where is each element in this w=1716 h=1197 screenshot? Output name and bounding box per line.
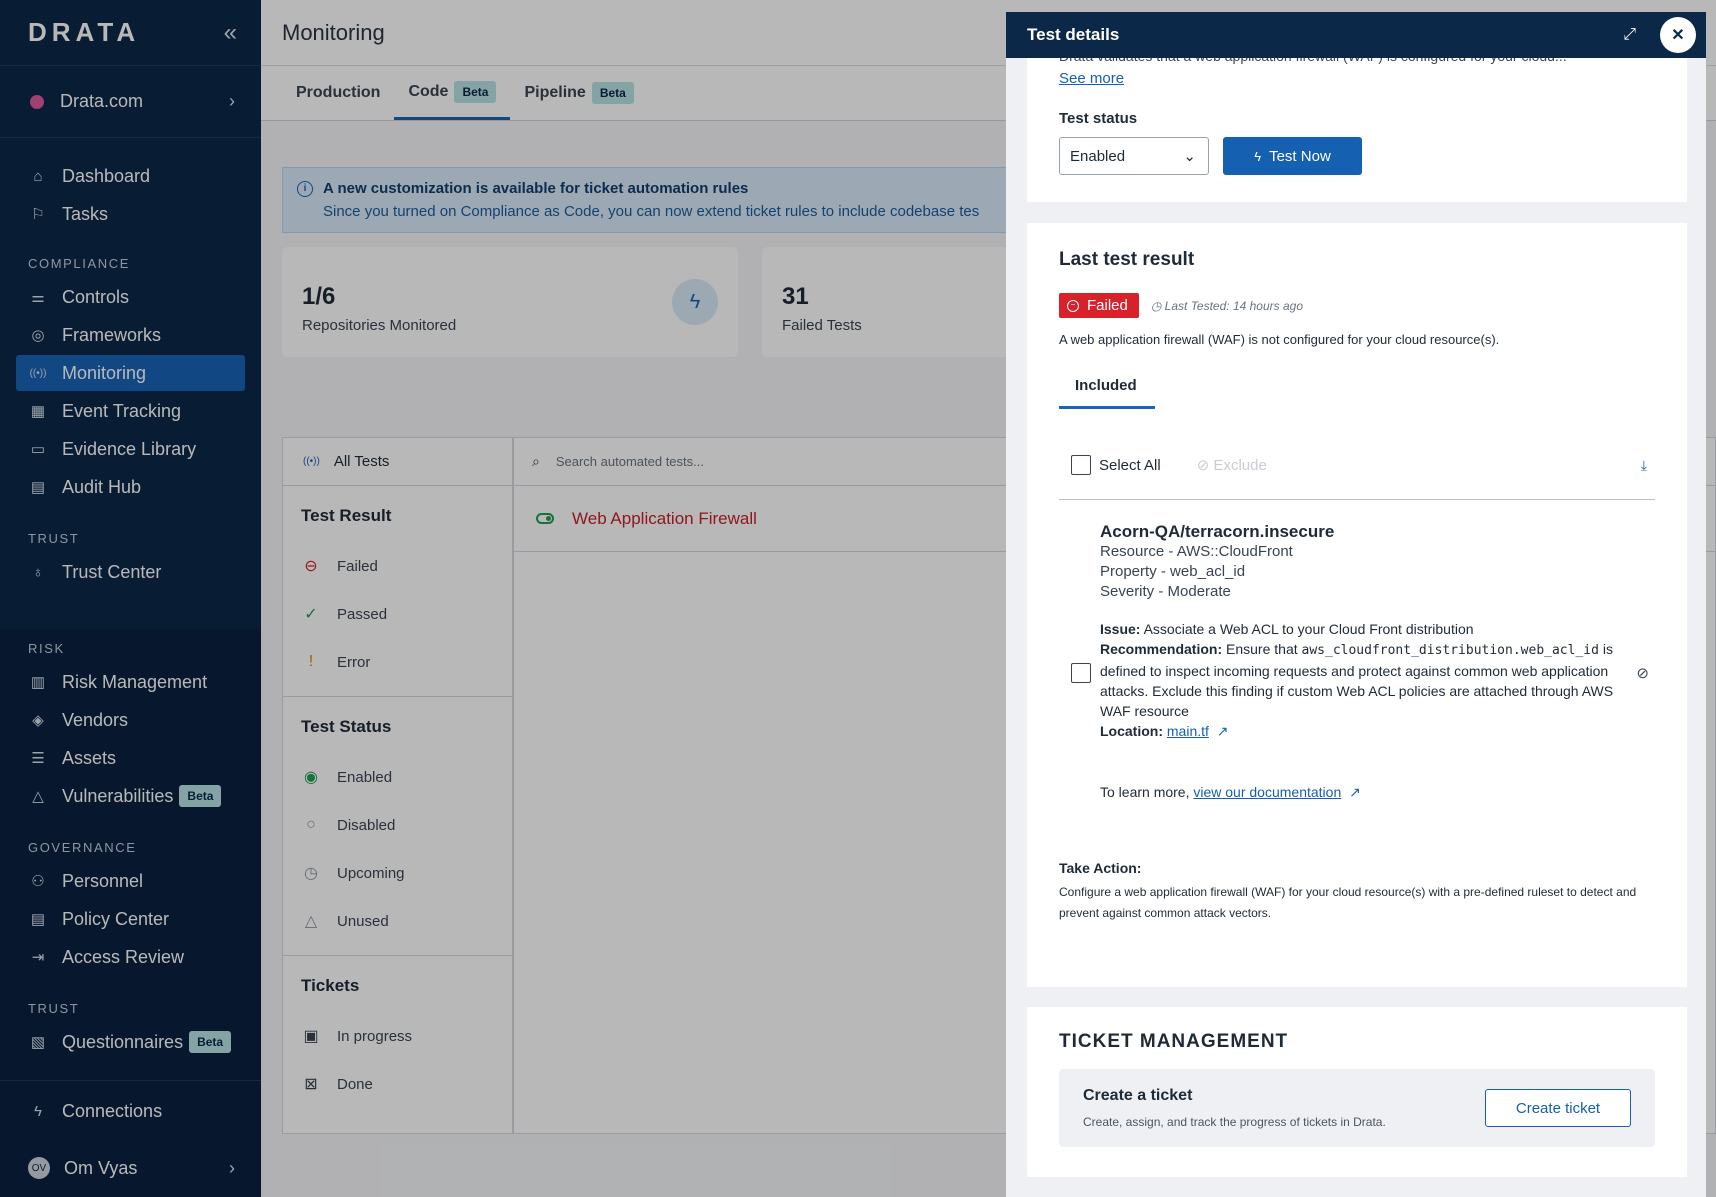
test-summary-card: Drata validates that a web application f… — [1027, 46, 1687, 202]
test-status-row: Enabled ⌄ ϟ Test Now — [1059, 137, 1655, 175]
ticket-management-title: TICKET MANAGEMENT — [1059, 1031, 1289, 1052]
select-all-label[interactable]: Select All — [1099, 457, 1161, 474]
last-test-result-card: Last test result − Failed ◷ Last Tested:… — [1027, 223, 1687, 987]
test-details-drawer: Test details ⤢ ✕ Drata validates that a … — [1006, 12, 1706, 1197]
test-status-label: Test status — [1059, 110, 1138, 127]
finding-details: Issue: Associate a Web ACL to your Cloud… — [1100, 619, 1655, 741]
drawer-header: Test details ⤢ ✕ — [1006, 12, 1706, 58]
finding-severity: Severity - Moderate — [1100, 583, 1231, 600]
tab-included[interactable]: Included — [1059, 377, 1155, 409]
divider — [1059, 499, 1655, 500]
close-button[interactable]: ✕ — [1660, 17, 1696, 53]
finding-property: Property - web_acl_id — [1100, 563, 1246, 580]
bulk-actions-row: Select All ⊘ Exclude ⤓ — [1059, 447, 1655, 483]
button-label: Test Now — [1269, 147, 1331, 165]
ban-icon: ⊘ — [1196, 457, 1214, 474]
finding-checkbox[interactable] — [1071, 663, 1091, 683]
location-label: Location: — [1100, 723, 1163, 739]
test-status-select[interactable]: Enabled ⌄ — [1059, 137, 1209, 175]
last-tested-text: Last Tested: 14 hours ago — [1164, 298, 1303, 313]
last-tested: ◷ Last Tested: 14 hours ago — [1151, 299, 1303, 313]
finding-resource: Resource - AWS::CloudFront — [1100, 543, 1293, 560]
issue-text: Associate a Web ACL to your Cloud Front … — [1143, 621, 1474, 637]
see-more-link[interactable]: See more — [1059, 70, 1124, 87]
section-title: Last test result — [1059, 249, 1195, 270]
drawer-title: Test details — [1027, 25, 1120, 44]
pulse-icon: ϟ — [1254, 148, 1262, 164]
exclude-button[interactable]: ⊘ Exclude — [1197, 456, 1267, 474]
learn-more-text: To learn more, — [1100, 784, 1190, 800]
location-link[interactable]: main.tf — [1167, 723, 1209, 739]
create-ticket-button[interactable]: Create ticket — [1485, 1089, 1631, 1127]
status-badge: − Failed — [1059, 293, 1139, 318]
take-action-title: Take Action: — [1059, 860, 1142, 876]
result-description: A web application firewall (WAF) is not … — [1059, 332, 1500, 347]
download-icon[interactable]: ⤓ — [1641, 457, 1647, 474]
select-value: Enabled — [1070, 147, 1126, 165]
learn-more: To learn more, view our documentation ↗ — [1100, 784, 1655, 801]
test-now-button[interactable]: ϟ Test Now — [1223, 137, 1362, 175]
expand-icon[interactable]: ⤢ — [1623, 26, 1636, 44]
exclude-finding-icon[interactable]: ⊘ — [1636, 664, 1649, 682]
finding-title: Acorn-QA/terracorn.insecure — [1100, 522, 1335, 541]
exclude-label: Exclude — [1213, 457, 1267, 474]
result-status-row: − Failed ◷ Last Tested: 14 hours ago — [1059, 293, 1655, 318]
recommendation-pre: Ensure that — [1226, 641, 1298, 657]
recommendation-label: Recommendation: — [1100, 641, 1223, 657]
finding-item: ⊘ Acorn-QA/terracorn.insecure Resource -… — [1059, 522, 1655, 801]
chevron-down-icon: ⌄ — [1183, 148, 1196, 165]
recommendation-code: aws_cloudfront_distribution.web_acl_id — [1301, 643, 1599, 658]
select-all-checkbox[interactable] — [1071, 455, 1091, 475]
ticket-text: Create, assign, and track the progress o… — [1083, 1115, 1386, 1129]
clock-icon: ◷ — [1150, 298, 1165, 313]
ticket-management-card: TICKET MANAGEMENT Create a ticket Create… — [1027, 1007, 1687, 1177]
take-action-text: Configure a web application firewall (WA… — [1059, 885, 1637, 920]
ticket-title: Create a ticket — [1083, 1087, 1193, 1104]
ticket-info: Create a ticket Create, assign, and trac… — [1083, 1087, 1386, 1129]
create-ticket-box: Create a ticket Create, assign, and trac… — [1059, 1069, 1655, 1147]
minus-circle-icon: − — [1067, 299, 1079, 312]
issue-label: Issue: — [1100, 621, 1141, 637]
external-link-icon[interactable]: ↗ — [1349, 784, 1361, 800]
documentation-link[interactable]: view our documentation — [1193, 784, 1341, 800]
status-badge-label: Failed — [1087, 297, 1128, 314]
external-link-icon[interactable]: ↗ — [1217, 723, 1229, 739]
